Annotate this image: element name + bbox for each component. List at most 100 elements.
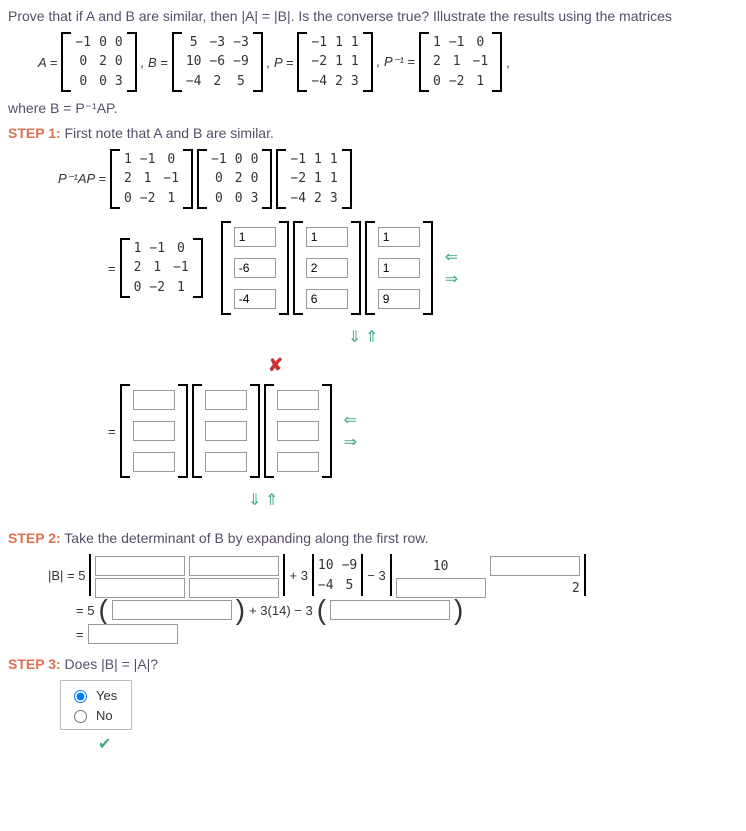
- input-col2: [293, 221, 361, 315]
- step1-input-c3r2[interactable]: [378, 258, 420, 278]
- radio-yes[interactable]: [74, 690, 87, 703]
- arrow-left-icon[interactable]: ⇐: [445, 247, 458, 267]
- input-col1: [221, 221, 289, 315]
- step2-final-input[interactable]: [88, 624, 178, 644]
- step2-text: Take the determinant of B by expanding a…: [61, 530, 429, 546]
- bracket-left: [419, 32, 429, 92]
- bracket-left: [297, 32, 307, 92]
- cell: −6: [209, 54, 225, 69]
- step1-input-c1r1[interactable]: [234, 227, 276, 247]
- arrow-right-icon[interactable]: ⇒: [445, 269, 458, 289]
- arrow-down-icon[interactable]: ⇓: [348, 329, 361, 346]
- radio-yes-row[interactable]: Yes: [69, 687, 117, 703]
- step2-line2b: + 3(14) − 3: [249, 603, 313, 618]
- det-input-3: 10 2: [390, 554, 586, 596]
- cell: 2: [314, 191, 322, 206]
- step2-line2a: = 5: [76, 603, 94, 618]
- step2-det1-r2c2[interactable]: [189, 578, 279, 598]
- step1-input-c2r1[interactable]: [306, 227, 348, 247]
- cell: 0: [79, 54, 87, 69]
- step2-line1: |B| = 5 + 3 10−9 −45 − 3 10 2: [48, 554, 738, 596]
- arrow-up-icon[interactable]: ⇑: [365, 329, 378, 346]
- arrow-left-icon[interactable]: ⇐: [344, 410, 357, 430]
- cell: −2: [140, 191, 156, 206]
- cell: 1: [330, 171, 338, 186]
- cell-two: 2: [490, 581, 580, 596]
- matrix-Pinv: 1−10 21−1 0−21: [419, 32, 502, 92]
- A-label: A =: [38, 55, 57, 70]
- step1-result-c2r1[interactable]: [205, 390, 247, 410]
- step1-result-c1r2[interactable]: [133, 421, 175, 441]
- step1-result-c3r2[interactable]: [277, 421, 319, 441]
- step1-matrix-P: −111 −211 −423: [276, 149, 351, 209]
- step1-input-c1r2[interactable]: [234, 258, 276, 278]
- cell: −4: [290, 191, 306, 206]
- Pinv-label: , P⁻¹ =: [377, 54, 415, 70]
- cell: −4: [186, 74, 202, 89]
- cell: 1: [433, 35, 441, 50]
- step1-result-c3r3[interactable]: [277, 452, 319, 472]
- bracket-left: [61, 32, 71, 92]
- step2-det1-r2c1[interactable]: [95, 578, 185, 598]
- step1-result-c1r1[interactable]: [133, 390, 175, 410]
- cell: 2: [124, 171, 132, 186]
- step3-label: STEP 3:: [8, 656, 61, 672]
- cell: 5: [345, 578, 353, 593]
- cell: 0: [235, 191, 243, 206]
- step1-result-c1r3[interactable]: [133, 452, 175, 472]
- bracket-right: [253, 32, 263, 92]
- cell: 1: [351, 35, 359, 50]
- cell: 0: [124, 191, 132, 206]
- step2-det3-r1c2[interactable]: [490, 556, 580, 576]
- step1-input-c1r3[interactable]: [234, 289, 276, 309]
- cell: 3: [330, 191, 338, 206]
- cell: 0: [251, 152, 259, 167]
- step1-text: First note that A and B are similar.: [61, 125, 274, 141]
- where-clause: where B = P⁻¹AP.: [8, 100, 738, 117]
- bracket-right: [363, 32, 373, 92]
- step2-det1-r1c1[interactable]: [95, 556, 185, 576]
- step1-input-c3r3[interactable]: [378, 289, 420, 309]
- cell: 1: [153, 260, 161, 275]
- result-col1: [120, 384, 188, 478]
- cell: 1: [351, 54, 359, 69]
- step2-line3-eq: =: [76, 627, 84, 642]
- B-label: , B =: [141, 55, 168, 70]
- step2-det3-r2c1[interactable]: [396, 578, 486, 598]
- cell: −2: [149, 280, 165, 295]
- where-text: where B = P⁻¹AP.: [8, 100, 117, 116]
- step1-result-c2r3[interactable]: [205, 452, 247, 472]
- problem-statement-text: Prove that if A and B are similar, then …: [8, 8, 672, 24]
- step3-radio-group: Yes No: [60, 680, 132, 730]
- cell: 1: [453, 54, 461, 69]
- cell: −2: [449, 74, 465, 89]
- cell: −2: [290, 171, 306, 186]
- step1-result-c2r2[interactable]: [205, 421, 247, 441]
- cell: −1: [449, 35, 465, 50]
- cell: 1: [335, 54, 343, 69]
- step1-result-c3r1[interactable]: [277, 390, 319, 410]
- arrow-down-icon[interactable]: ⇓: [248, 492, 261, 509]
- step2-paren1-input[interactable]: [112, 600, 232, 620]
- step2-paren2-input[interactable]: [330, 600, 450, 620]
- radio-no-row[interactable]: No: [69, 707, 117, 723]
- step1-input-c3r1[interactable]: [378, 227, 420, 247]
- step1-input-c2r3[interactable]: [306, 289, 348, 309]
- cell: 0: [433, 74, 441, 89]
- cell: 1: [144, 171, 152, 186]
- cell: 1: [124, 152, 132, 167]
- given-matrices-row: A = −100 020 003 , B = 5−3−3 10−6−9 −425…: [38, 32, 738, 92]
- arrow-right-icon[interactable]: ⇒: [344, 432, 357, 452]
- cell: −3: [209, 35, 225, 50]
- step2-det1-r1c2[interactable]: [189, 556, 279, 576]
- cell: 5: [237, 74, 245, 89]
- arrow-up-icon[interactable]: ⇑: [265, 492, 278, 509]
- step2-line2: = 5 ( ) + 3(14) − 3 ( ): [76, 600, 738, 620]
- radio-no[interactable]: [74, 710, 87, 723]
- cell: −9: [342, 558, 358, 573]
- trailing-comma: ,: [506, 55, 510, 70]
- step1-input-c2r2[interactable]: [306, 258, 348, 278]
- result-col2: [192, 384, 260, 478]
- cell: 2: [433, 54, 441, 69]
- step1-label: STEP 1:: [8, 125, 61, 141]
